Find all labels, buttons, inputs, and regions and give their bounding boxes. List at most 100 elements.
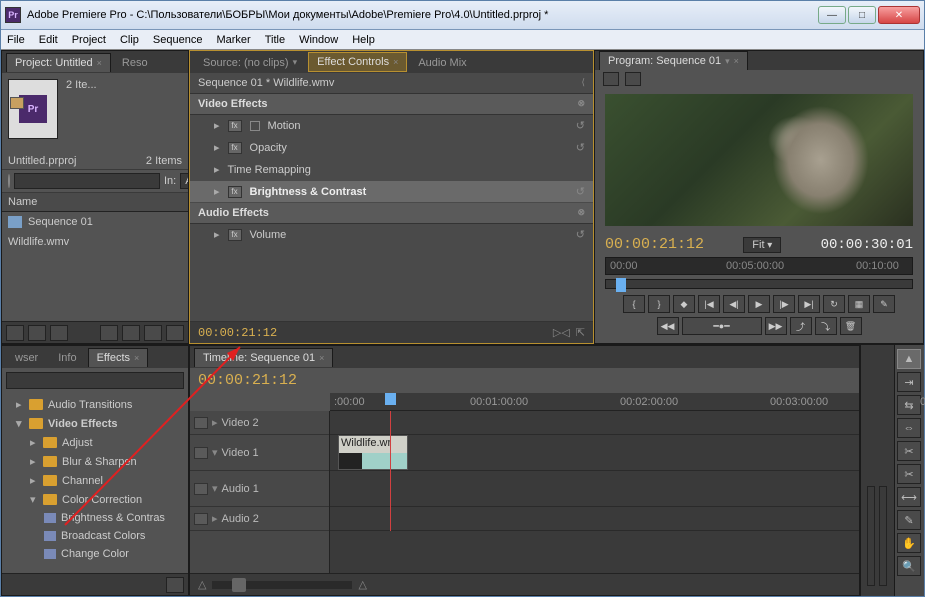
tree-channel[interactable]: ▸Channel <box>2 471 188 490</box>
tree-adjust[interactable]: ▸Adjust <box>2 433 188 452</box>
menu-project[interactable]: Project <box>72 34 106 46</box>
tree-video-effects[interactable]: ▾Video Effects <box>2 414 188 433</box>
program-current-time[interactable]: 00:00:21:12 <box>605 236 704 253</box>
playhead-icon[interactable] <box>616 278 626 292</box>
effect-remap[interactable]: Time Remapping <box>228 164 585 176</box>
razor-tool[interactable]: ✂ <box>897 464 921 484</box>
extract-button[interactable]: ⤵ <box>815 317 837 335</box>
safe-margins-button[interactable]: ▦ <box>848 295 870 313</box>
menu-clip[interactable]: Clip <box>120 34 139 46</box>
pen-tool[interactable]: ✎ <box>897 510 921 530</box>
loop-button[interactable]: ↻ <box>823 295 845 313</box>
menu-marker[interactable]: Marker <box>216 34 250 46</box>
effect-motion[interactable]: Motion <box>268 120 568 132</box>
program-ruler[interactable]: 00:00 00:05:00:00 00:10:00 <box>605 257 913 275</box>
zoom-in-button[interactable]: △ <box>358 578 366 591</box>
tab-program[interactable]: Program: Sequence 01 ▾× <box>599 51 748 70</box>
tab-browser[interactable]: wser <box>6 348 47 367</box>
chevron-up-icon[interactable]: ⊗ <box>577 98 585 110</box>
eye-icon[interactable] <box>194 417 208 429</box>
project-search-input[interactable] <box>14 173 160 189</box>
bin-item-clip[interactable]: Wildlife.wmv <box>2 232 188 252</box>
nav-prev-icon[interactable] <box>603 72 619 86</box>
jog-fwd-button[interactable]: ▶▶ <box>765 317 787 335</box>
search-icon[interactable] <box>8 174 10 188</box>
effects-search-input[interactable] <box>6 372 184 389</box>
close-icon[interactable]: × <box>393 57 398 67</box>
automate-button[interactable] <box>50 325 68 341</box>
effect-brightness-contrast[interactable]: Brightness & Contrast <box>250 186 568 198</box>
timeline-ruler[interactable]: :00:00 00:01:00:00 00:02:00:00 00:03:00:… <box>330 393 859 411</box>
timeline-playhead[interactable] <box>390 411 391 531</box>
tab-info[interactable]: Info <box>49 348 85 367</box>
disclosure-icon[interactable]: ▸ <box>214 163 220 176</box>
reset-icon[interactable]: ↺ <box>576 119 585 132</box>
timeline-tracks-area[interactable]: Wildlife.wr <box>330 411 859 573</box>
new-bin-button[interactable] <box>122 325 140 341</box>
ripple-tool[interactable]: ⇆ <box>897 395 921 415</box>
track-head-video1[interactable]: ▾Video 1 <box>190 435 329 471</box>
jog-button[interactable]: ◀◀ <box>657 317 679 335</box>
go-in-button[interactable]: |◀ <box>698 295 720 313</box>
tab-timeline[interactable]: Timeline: Sequence 01× <box>194 348 333 367</box>
find-button[interactable] <box>100 325 118 341</box>
tab-project[interactable]: Project: Untitled× <box>6 53 111 72</box>
lift-button[interactable]: ⤴ <box>790 317 812 335</box>
disclosure-icon[interactable]: ▸ <box>214 141 220 154</box>
go-out-button[interactable]: ▶| <box>798 295 820 313</box>
menu-file[interactable]: File <box>7 34 25 46</box>
menu-edit[interactable]: Edit <box>39 34 58 46</box>
eye-icon[interactable] <box>194 447 208 459</box>
transfer-icon[interactable]: ⇱ <box>576 326 585 339</box>
chevron-up-icon[interactable]: ⊗ <box>577 207 585 219</box>
maximize-button[interactable]: □ <box>848 6 876 24</box>
tab-source[interactable]: Source: (no clips) ▾ <box>194 53 306 72</box>
export-frame-button[interactable]: ✎ <box>873 295 895 313</box>
video-preview[interactable] <box>605 94 913 226</box>
menu-window[interactable]: Window <box>299 34 338 46</box>
program-scrubber[interactable] <box>605 279 913 289</box>
speaker-icon[interactable] <box>194 483 208 495</box>
timeline-clip[interactable]: Wildlife.wr <box>338 435 408 470</box>
bin-item-sequence[interactable]: Sequence 01 <box>2 212 188 232</box>
slip-tool[interactable]: ⟷ <box>897 487 921 507</box>
titlebar[interactable]: Pr Adobe Premiere Pro - C:\Пользователи\… <box>1 1 924 30</box>
effect-opacity[interactable]: Opacity <box>250 142 568 154</box>
reset-icon[interactable]: ↺ <box>576 185 585 198</box>
icon-view-button[interactable] <box>28 325 46 341</box>
close-icon[interactable]: × <box>97 58 102 68</box>
tree-blur[interactable]: ▸Blur & Sharpen <box>2 452 188 471</box>
tree-broadcast-colors[interactable]: Broadcast Colors <box>2 527 188 545</box>
in-dropdown[interactable]: All ▾ <box>180 173 188 189</box>
hand-tool[interactable]: ✋ <box>897 533 921 553</box>
rate-tool[interactable]: ✂ <box>897 441 921 461</box>
close-icon[interactable]: × <box>734 56 739 66</box>
track-head-audio1[interactable]: ▾Audio 1 <box>190 471 329 507</box>
reset-icon[interactable]: ↺ <box>576 141 585 154</box>
collapse-icon[interactable]: ⟨ <box>581 77 585 89</box>
zoom-tool[interactable]: 🔍 <box>897 556 921 576</box>
track-head-video2[interactable]: ▸Video 2 <box>190 411 329 435</box>
speaker-icon[interactable] <box>194 513 208 525</box>
trash-button[interactable]: 🗑 <box>840 317 862 335</box>
tree-audio-transitions[interactable]: ▸Audio Transitions <box>2 395 188 414</box>
disclosure-icon[interactable]: ▸ <box>214 228 220 241</box>
new-item-button[interactable] <box>144 325 162 341</box>
selection-tool[interactable]: ▲ <box>897 349 921 369</box>
play-button[interactable]: ▶ <box>748 295 770 313</box>
reset-icon[interactable]: ↺ <box>576 228 585 241</box>
shuttle-slider[interactable]: ━●━ <box>682 317 762 335</box>
close-icon[interactable]: × <box>319 353 324 363</box>
out-point-button[interactable]: } <box>648 295 670 313</box>
list-view-button[interactable] <box>6 325 24 341</box>
trash-button[interactable] <box>166 325 184 341</box>
nav-next-icon[interactable] <box>625 72 641 86</box>
set-marker-button[interactable]: ◆ <box>673 295 695 313</box>
loop-icon[interactable]: ▷◁ <box>553 326 570 339</box>
minimize-button[interactable]: — <box>818 6 846 24</box>
step-fwd-button[interactable]: |▶ <box>773 295 795 313</box>
tab-audio-mixer[interactable]: Audio Mix <box>409 53 475 72</box>
tab-effects[interactable]: Effects× <box>88 348 149 367</box>
effect-volume[interactable]: Volume <box>250 229 568 241</box>
menu-sequence[interactable]: Sequence <box>153 34 203 46</box>
